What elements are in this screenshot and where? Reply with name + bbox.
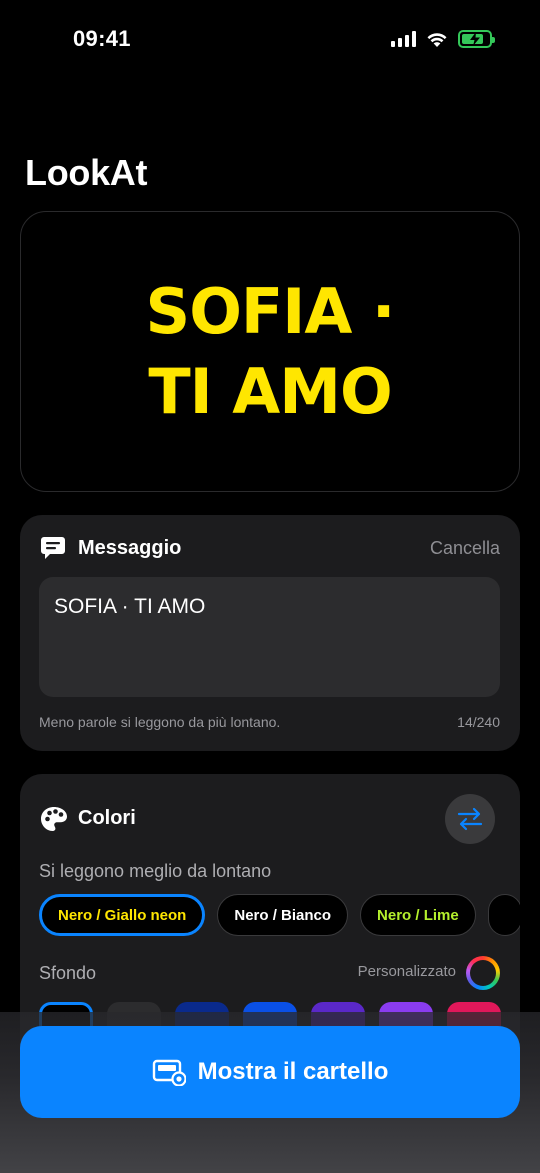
color-presets: Nero / Giallo neon Nero / Bianco Nero / Li… [39,894,520,936]
presets-label: Si leggono meglio da lontano [39,861,272,881]
cellular-signal-icon [391,31,416,47]
color-preset-chip[interactable]: Nero / Bianco [217,894,349,936]
palette-icon [41,807,67,831]
bottom-bar: Mostra il cartello [0,1012,540,1173]
show-sign-button[interactable]: Mostra il cartello [20,1026,520,1118]
page-title: LookAt [25,152,148,193]
message-input[interactable]: SOFIA · TI AMO [39,577,500,697]
display-sign-icon [152,1059,186,1086]
show-sign-label: Mostra il cartello [197,1058,389,1085]
color-preset-label: Nero / Giallo neon [58,906,187,924]
sign-preview[interactable]: SOFIA · TI AMO [20,211,520,492]
color-preset-label: Nero / Bianco [234,906,332,924]
status-bar: 09:41 [0,0,540,80]
battery-icon [458,30,495,48]
custom-color-label: Personalizzato [357,963,456,980]
status-icons [391,30,495,48]
background-label: Sfondo [39,963,97,983]
swap-arrows-icon [457,807,483,831]
color-picker-icon[interactable] [466,956,500,990]
message-card-title: Messaggio [78,537,182,559]
color-preset-label: Nero / Lime [377,906,459,924]
color-preset-chip[interactable]: Nero / Lime [360,894,476,936]
wifi-icon [427,33,447,47]
message-card: Messaggio Cancella SOFIA · TI AMO Meno p… [20,515,520,751]
clear-button[interactable]: Cancella [430,538,500,559]
swap-colors-button[interactable] [445,794,495,844]
charging-bolt-icon [470,32,480,46]
message-hint: Meno parole si leggono da più lontano. [39,714,281,730]
preview-text: SOFIA · TI AMO [145,274,396,428]
character-counter: 14/240 [457,714,500,730]
color-preset-chip[interactable] [487,894,520,936]
color-preset-chip[interactable]: Nero / Giallo neon [39,894,206,936]
message-bubble-icon [41,537,65,559]
colors-card-title: Colori [78,807,136,829]
status-time: 09:41 [73,26,131,51]
